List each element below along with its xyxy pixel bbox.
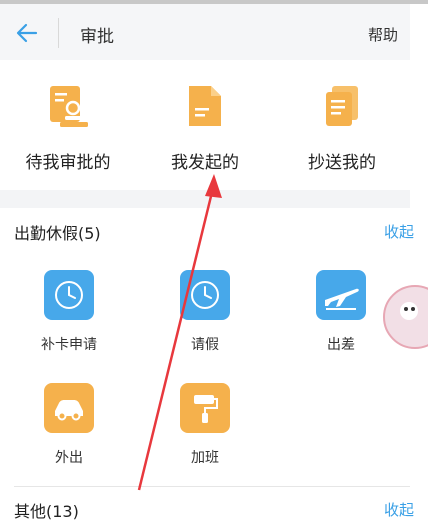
red-pointer-arrow-icon: [137, 174, 222, 491]
